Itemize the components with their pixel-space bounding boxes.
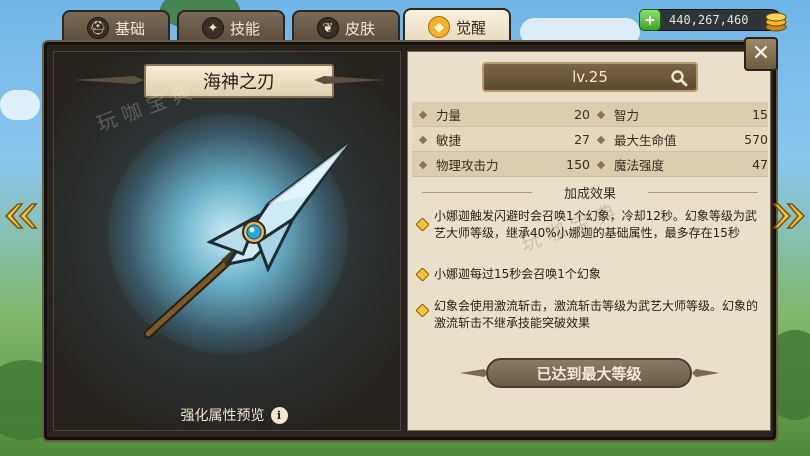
tab-label: 技能	[229, 19, 260, 38]
diamond-bullet-icon	[596, 135, 606, 144]
stat-row: 物理攻击力 150 魔法强度 47	[412, 152, 768, 177]
title-ornament-left	[74, 76, 144, 84]
gold-currency-display: + 440,267,460	[639, 9, 787, 32]
stat-row: 力量 20 智力 15	[412, 102, 768, 127]
effect-text: 小娜迦每过15秒会召唤1个幻象	[434, 267, 601, 281]
divider	[422, 192, 532, 193]
effect-item: 幻象会使用激流斩击，激流斩击等级为武艺大师等级。幻象的激流斩击不继承技能突破效果	[416, 298, 760, 332]
tab-basic[interactable]: ⛑ 基础	[62, 10, 170, 44]
stat-name: 智力	[614, 107, 640, 123]
button-ornament-left	[460, 369, 488, 377]
max-level-button: 已达到最大等级	[486, 358, 692, 388]
gold-diamond-icon	[416, 218, 429, 231]
stat-name: 最大生命值	[614, 132, 677, 148]
stat-cell: 力量 20	[412, 105, 590, 124]
stat-value: 570	[744, 131, 768, 147]
diamond-bullet-icon	[418, 110, 428, 119]
button-ornament-right	[692, 369, 720, 377]
effect-text: 幻象会使用激流斩击，激流斩击等级为武艺大师等级。幻象的激流斩击不继承技能突破效果	[434, 299, 759, 330]
stat-value: 15	[752, 106, 768, 122]
tab-label: 皮肤	[344, 19, 375, 38]
effect-item: 小娜迦每过15秒会召唤1个幻象	[416, 266, 760, 283]
skill-icon: ✦	[201, 17, 224, 39]
diamond-bullet-icon	[418, 135, 428, 144]
stat-value: 150	[566, 156, 590, 172]
level-display: lv.25	[482, 62, 698, 92]
awaken-icon: ◆	[427, 16, 450, 38]
stat-value: 27	[574, 131, 590, 147]
tab-awaken[interactable]: ◆ 觉醒	[403, 8, 511, 44]
next-arrow-icon[interactable]	[772, 200, 806, 232]
stats-table: 力量 20 智力 15 敏捷 27 最大生命值 570 物理攻击力 150 魔法…	[412, 102, 768, 177]
previous-arrow-icon[interactable]	[4, 200, 38, 232]
enhance-preview-label: 强化属性预览	[180, 408, 265, 424]
stats-panel: lv.25 力量 20 智力 15 敏捷 27 最大生命值 570 物理攻击力 …	[407, 51, 771, 431]
stat-cell: 敏捷 27	[412, 130, 590, 149]
stat-name: 敏捷	[436, 132, 462, 148]
stat-cell: 智力 15	[590, 105, 768, 124]
stat-name: 力量	[436, 107, 462, 123]
close-icon: ✕	[751, 41, 771, 66]
stat-cell: 魔法强度 47	[590, 155, 768, 174]
max-level-label: 已达到最大等级	[536, 364, 642, 383]
tab-skins[interactable]: ❦ 皮肤	[292, 10, 400, 44]
tab-label: 基础	[114, 19, 145, 38]
diamond-bullet-icon	[418, 160, 428, 169]
add-gold-button[interactable]: +	[639, 9, 661, 31]
tab-skills[interactable]: ✦ 技能	[177, 10, 285, 44]
stat-name: 魔法强度	[614, 157, 665, 173]
gold-diamond-icon	[416, 304, 429, 317]
stat-value: 47	[752, 156, 768, 172]
divider	[648, 192, 758, 193]
close-button[interactable]: ✕	[744, 37, 778, 71]
search-icon[interactable]	[670, 69, 688, 87]
stat-name: 物理攻击力	[436, 157, 499, 173]
stat-cell: 最大生命值 570	[590, 130, 768, 149]
info-icon[interactable]: i	[270, 406, 288, 424]
title-ornament-right	[314, 76, 384, 84]
weapon-name: 海神之刃	[203, 72, 275, 93]
level-label: lv.25	[572, 68, 608, 86]
gold-amount: 440,267,460	[669, 13, 749, 27]
gold-diamond-icon	[416, 268, 429, 281]
weapon-display: 海神之刃 玩 咖 宝 典 强化属性预览 i	[53, 51, 401, 431]
stat-row: 敏捷 27 最大生命值 570	[412, 127, 768, 152]
diamond-bullet-icon	[596, 110, 606, 119]
stat-cell: 物理攻击力 150	[412, 155, 590, 174]
effects-header: 加成效果	[408, 180, 772, 204]
stat-value: 20	[574, 106, 590, 122]
watermark: 玩 咖 宝 典	[517, 199, 619, 257]
helmet-icon: ⛑	[86, 17, 109, 39]
enhance-preview-button[interactable]: 强化属性预览 i	[154, 404, 314, 426]
background-cloud	[0, 90, 40, 120]
gold-coins-icon	[765, 12, 787, 32]
awakening-panel: 海神之刃 玩 咖 宝 典 强化属性预览 i lv.25 力量 20 智力 15 …	[44, 42, 776, 440]
trident-weapon-icon	[143, 142, 348, 339]
tab-label: 觉醒	[455, 18, 486, 37]
diamond-bullet-icon	[596, 160, 606, 169]
skin-icon: ❦	[316, 17, 339, 39]
